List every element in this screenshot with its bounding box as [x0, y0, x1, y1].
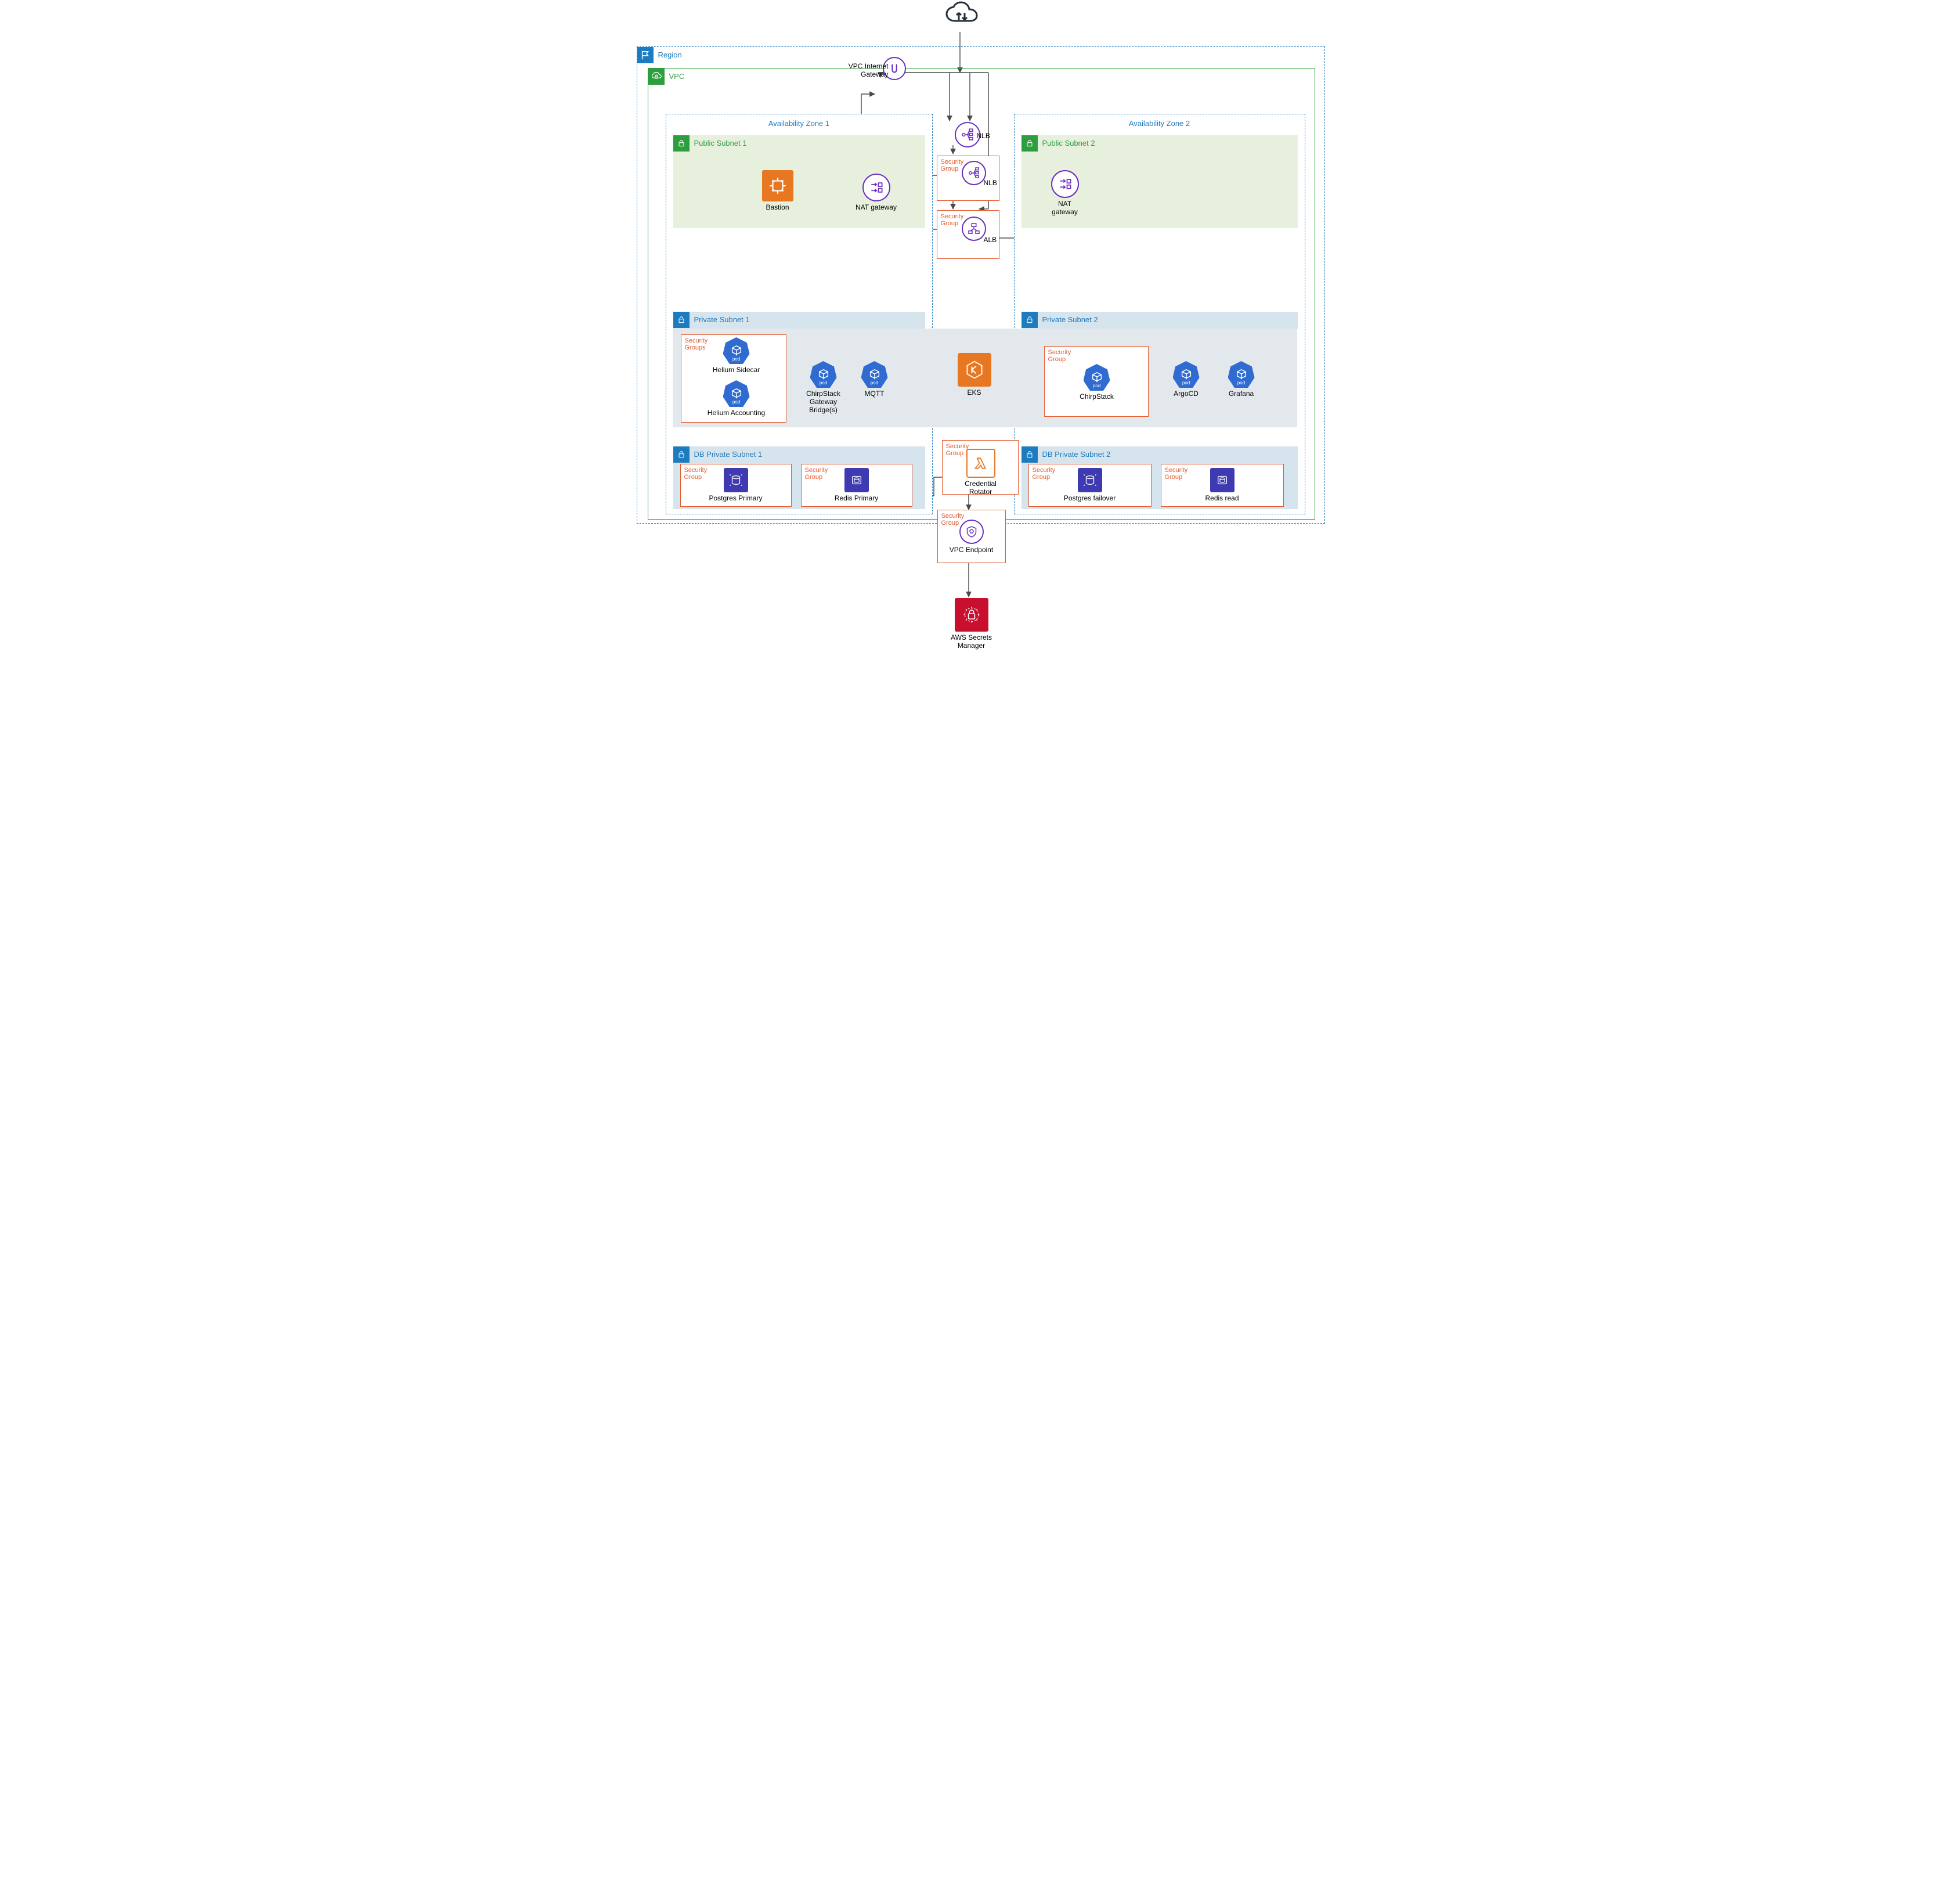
sg-chirpstack: Security Group pod ChirpStack: [1044, 346, 1149, 417]
vpc-endpoint-label: VPC Endpoint: [948, 546, 995, 554]
az1-group: Availability Zone 1 Public Subnet 1 Bast…: [666, 114, 933, 514]
db-private-subnet-2: DB Private Subnet 2 Security Group Postg…: [1021, 446, 1298, 509]
public-subnet-2: Public Subnet 2 NAT gateway: [1021, 135, 1298, 228]
sg-postgres-failover: Security Group Postgres failover: [1028, 464, 1152, 507]
az1-label: Availability Zone 1: [666, 119, 932, 128]
region-tab-icon: [637, 47, 654, 63]
private-subnet-2-label: Private Subnet 2: [1042, 315, 1098, 324]
credential-rotator-label: Credential Rotator: [958, 480, 1004, 496]
sg-label: Security Group: [1048, 349, 1083, 363]
internet-icon: [941, 1, 982, 31]
subnet-tab-icon: [1021, 312, 1038, 328]
sg-alb: Security Group ALB: [937, 210, 999, 259]
postgres-primary: Postgres Primary: [704, 468, 768, 503]
pod-mqtt-label: MQTT: [857, 390, 892, 398]
credential-rotator: Credential Rotator: [958, 449, 1004, 496]
subnet-tab-icon: [673, 446, 690, 463]
az2-label: Availability Zone 2: [1015, 119, 1305, 128]
vpc-group: VPC VPC Internet Gateway Availability Zo…: [648, 68, 1315, 520]
pod-helium-accounting-label: Helium Accounting: [699, 409, 774, 417]
pod-gateway-bridge: pod ChirpStack Gateway Bridge(s): [795, 361, 853, 414]
sg-redis-primary: Security Group Redis Primary: [801, 464, 912, 507]
vpc-endpoint: VPC Endpoint: [948, 520, 995, 554]
db-private-subnet-2-label: DB Private Subnet 2: [1042, 450, 1111, 459]
pod-argocd: pod ArgoCD: [1163, 361, 1210, 398]
redis-primary-label: Redis Primary: [828, 495, 886, 503]
internet-gateway: VPC Internet Gateway: [871, 57, 918, 99]
redis-primary: Redis Primary: [828, 468, 886, 503]
public-subnet-2-label: Public Subnet 2: [1042, 139, 1095, 147]
postgres-failover: Postgres failover: [1058, 468, 1122, 503]
sg-postgres-primary: Security Group Postgres Primary: [680, 464, 792, 507]
pod-grafana: pod Grafana: [1218, 361, 1265, 398]
nat-gateway-az1-label: NAT gateway: [847, 204, 905, 212]
private-subnet-1-header: Private Subnet 1: [673, 312, 925, 329]
nlb-public: NLB: [944, 122, 991, 147]
nlb-sg: NLB: [954, 161, 994, 185]
pod-helium-sidecar-label: Helium Sidecar: [708, 366, 766, 374]
public-subnet-1: Public Subnet 1 Bastion NAT gateway: [673, 135, 925, 228]
pod-chirpstack-label: ChirpStack: [1071, 393, 1123, 401]
vpc-tab-icon: [648, 69, 665, 85]
sg-credential-rotator: Security Group Credential Rotator: [942, 440, 1019, 495]
postgres-primary-label: Postgres Primary: [704, 495, 768, 503]
internet-gateway-label: VPC Internet Gateway: [842, 63, 889, 79]
architecture-diagram: Region VPC VPC Internet Gateway Availabi…: [632, 0, 1329, 679]
private-subnet-1-label: Private Subnet 1: [694, 315, 750, 324]
nat-gateway-az2: NAT gateway: [1039, 170, 1091, 217]
vpc-label: VPC: [669, 72, 685, 81]
pod-chirpstack: pod ChirpStack: [1071, 364, 1123, 401]
subnet-tab-icon: [673, 135, 690, 152]
nlb-public-label: NLB: [977, 132, 990, 140]
pod-mqtt: pod MQTT: [857, 361, 892, 398]
redis-read-label: Redis read: [1193, 495, 1251, 503]
nat-gateway-az2-label: NAT gateway: [1039, 200, 1091, 217]
postgres-failover-label: Postgres failover: [1058, 495, 1122, 503]
nat-gateway-az1: NAT gateway: [847, 174, 905, 212]
pod-helium-accounting: pod Helium Accounting: [699, 380, 774, 417]
region-label: Region: [658, 51, 682, 59]
pod-gateway-bridge-label: ChirpStack Gateway Bridge(s): [795, 390, 853, 414]
private-subnet-2-header: Private Subnet 2: [1021, 312, 1298, 329]
eks-label: EKS: [948, 389, 1001, 397]
pod-grafana-label: Grafana: [1218, 390, 1265, 398]
public-subnet-1-label: Public Subnet 1: [694, 139, 747, 147]
sg-vpc-endpoint: Security Group VPC Endpoint: [937, 510, 1006, 563]
db-private-subnet-1-label: DB Private Subnet 1: [694, 450, 763, 459]
sg-label: Security Groups: [685, 337, 708, 351]
subnet-tab-icon: [1021, 446, 1038, 463]
region-group: Region VPC VPC Internet Gateway Availabi…: [637, 46, 1325, 524]
az2-group: Availability Zone 2 Public Subnet 2 NAT …: [1014, 114, 1305, 514]
sg-helium: Security Groups pod Helium Sidecar pod H…: [681, 334, 786, 423]
subnet-tab-icon: [1021, 135, 1038, 152]
sg-nlb: Security Group NLB: [937, 156, 999, 201]
pod-helium-sidecar: pod Helium Sidecar: [708, 337, 766, 374]
eks-band: Security Groups pod Helium Sidecar pod H…: [673, 329, 1297, 427]
redis-read: Redis read: [1193, 468, 1251, 503]
db-private-subnet-1: DB Private Subnet 1 Security Group Postg…: [673, 446, 925, 509]
sg-redis-read: Security Group Redis read: [1161, 464, 1284, 507]
alb-label: ALB: [984, 236, 997, 244]
bastion: Bastion: [755, 170, 801, 212]
aws-secrets-manager: AWS Secrets Manager: [943, 598, 1001, 650]
aws-secrets-manager-label: AWS Secrets Manager: [943, 634, 1001, 650]
bastion-label: Bastion: [755, 204, 801, 212]
alb: ALB: [954, 217, 994, 241]
nlb-sg-label: NLB: [984, 179, 997, 188]
subnet-tab-icon: [673, 312, 690, 328]
pod-argocd-label: ArgoCD: [1163, 390, 1210, 398]
eks: EKS: [948, 353, 1001, 397]
